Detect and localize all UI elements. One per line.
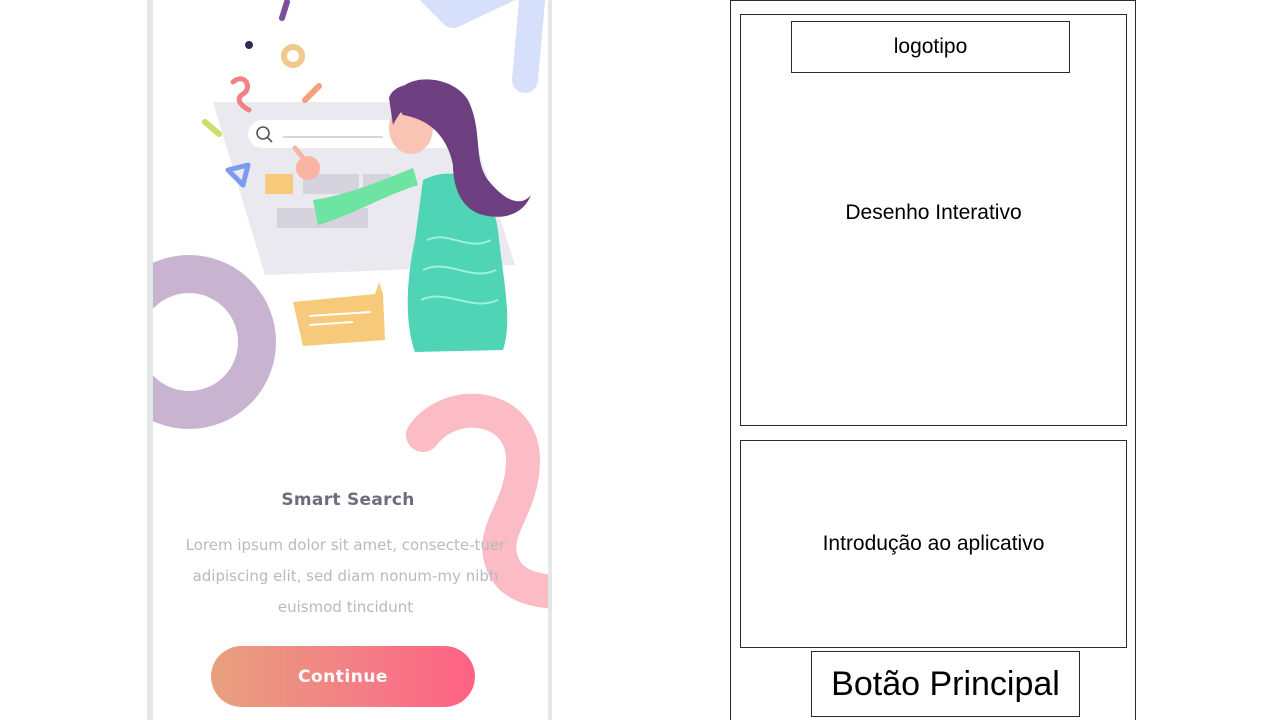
wireframe-intro-box: Introdução ao aplicativo (740, 440, 1127, 648)
wireframe-frame: logotipo Desenho Interativo Introdução a… (730, 0, 1136, 720)
phone-mockup: Smart Search Lorem ipsum dolor sit amet,… (147, 0, 552, 720)
wireframe-logo-box: logotipo (791, 21, 1070, 73)
continue-button[interactable]: Continue (211, 646, 475, 707)
screen-description: Lorem ipsum dolor sit amet, consecte-tue… (185, 536, 506, 616)
slide: Smart Search Lorem ipsum dolor sit amet,… (0, 0, 1280, 720)
wireframe-main-button[interactable]: Botão Principal (811, 651, 1080, 717)
wireframe-drawing-label: Desenho Interativo (845, 201, 1022, 224)
screen-title: Smart Search (281, 490, 415, 510)
